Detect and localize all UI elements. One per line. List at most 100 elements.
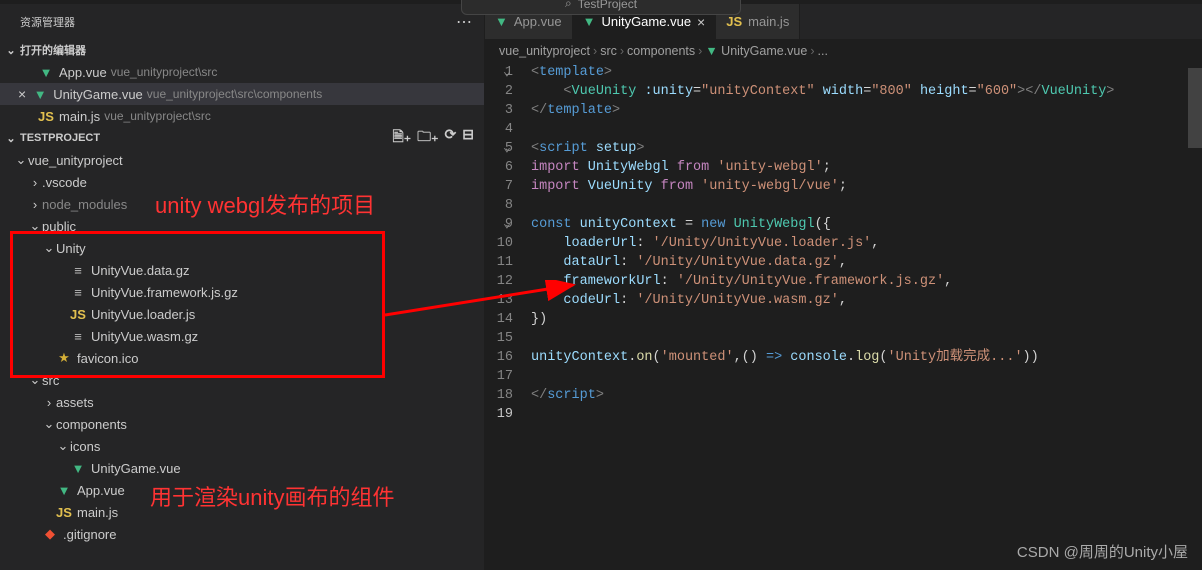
file-path: vue_unityproject\src bbox=[111, 65, 218, 79]
close-icon[interactable]: × bbox=[18, 86, 26, 102]
command-center[interactable]: ⌕ TestProject bbox=[461, 0, 741, 15]
chevron-icon: › bbox=[42, 395, 56, 410]
js-icon: JS bbox=[38, 108, 54, 124]
tree-file[interactable]: ≡UnityVue.data.gz bbox=[0, 259, 484, 281]
breadcrumb-separator: › bbox=[810, 44, 814, 58]
open-editor-item[interactable]: × ▼ UnityGame.vue vue_unityproject\src\comp… bbox=[0, 83, 484, 105]
tree-file[interactable]: ◆ .gitignore bbox=[0, 523, 484, 545]
breadcrumb-separator: › bbox=[620, 44, 624, 58]
tree-file[interactable]: ≡ UnityVue.framework.js.gz bbox=[0, 281, 484, 303]
chevron-icon bbox=[56, 307, 70, 322]
chevron-icon bbox=[28, 527, 42, 542]
vue-icon: ▼ bbox=[583, 14, 596, 29]
line-numbers: 12345678910111213141516171819 bbox=[485, 63, 531, 570]
item-name: public bbox=[42, 219, 76, 234]
tree-file[interactable]: ≡ UnityVue.wasm.gz bbox=[0, 325, 484, 347]
annotation-text-top: unity webgl发布的项目 bbox=[155, 188, 375, 220]
chevron-icon: ⌄ bbox=[42, 240, 56, 256]
new-file-icon[interactable]: 🗎₊ bbox=[392, 126, 411, 150]
open-editors-label: 打开的编辑器 bbox=[20, 42, 86, 58]
item-name: main.js bbox=[77, 505, 118, 520]
tree-folder[interactable]: ⌄icons bbox=[0, 435, 484, 457]
item-name: favicon.ico bbox=[77, 351, 138, 366]
tree-file[interactable]: ▼ UnityGame.vue bbox=[0, 457, 484, 479]
item-name: src bbox=[42, 373, 59, 388]
tree-folder[interactable]: ⌄Unity bbox=[0, 237, 484, 259]
file-icon: ≡ bbox=[70, 284, 86, 300]
open-editor-item[interactable]: JSmain.jsvue_unityproject\src bbox=[0, 105, 484, 127]
tree-file[interactable]: ★ favicon.ico bbox=[0, 347, 484, 369]
chevron-icon bbox=[56, 329, 70, 344]
tree-folder[interactable]: ⌄src bbox=[0, 369, 484, 391]
search-text: TestProject bbox=[578, 0, 637, 11]
project-section[interactable]: ⌄ TESTPROJECT 🗎₊ 🗀₊ ⟳ ⊟ bbox=[0, 127, 484, 149]
explorer-title: 资源管理器 bbox=[20, 14, 75, 30]
editor-pane: ▼App.vue▼UnityGame.vue×JSmain.js vue_uni… bbox=[485, 4, 1202, 570]
project-label: TESTPROJECT bbox=[20, 132, 100, 144]
breadcrumb-item[interactable]: components bbox=[627, 44, 695, 58]
file-name: UnityGame.vue bbox=[53, 87, 143, 102]
code-editor[interactable]: 12345678910111213141516171819 <template>… bbox=[485, 63, 1202, 570]
chevron-down-icon: ⌄ bbox=[4, 44, 18, 57]
chevron-icon: ⌄ bbox=[56, 438, 70, 454]
tree-file[interactable]: JS UnityVue.loader.js bbox=[0, 303, 484, 325]
item-name: UnityGame.vue bbox=[91, 461, 181, 476]
file-path: vue_unityproject\src bbox=[104, 109, 211, 123]
chevron-icon bbox=[56, 285, 70, 300]
open-editor-item[interactable]: ▼ App.vue vue_unityproject\src bbox=[0, 61, 484, 83]
tree-folder[interactable]: ⌄components bbox=[0, 413, 484, 435]
breadcrumb-item[interactable]: ▼ UnityGame.vue bbox=[705, 44, 807, 58]
explorer-header: 资源管理器 ⋯ bbox=[0, 4, 484, 39]
breadcrumb-separator: › bbox=[593, 44, 597, 58]
js-icon: JS bbox=[70, 306, 86, 322]
vue-icon: ▼ bbox=[495, 14, 508, 29]
chevron-icon: ⌄ bbox=[28, 218, 42, 234]
vue-icon: ▼ bbox=[32, 86, 48, 102]
chevron-icon: ⌄ bbox=[28, 372, 42, 388]
tab-label: main.js bbox=[748, 14, 789, 29]
item-name: Unity bbox=[56, 241, 86, 256]
item-name: .vscode bbox=[42, 175, 87, 190]
tab-label: App.vue bbox=[514, 14, 562, 29]
scroll-thumb[interactable] bbox=[1188, 68, 1202, 148]
search-icon: ⌕ bbox=[565, 0, 572, 11]
breadcrumb-item[interactable]: vue_unityproject bbox=[499, 44, 590, 58]
new-folder-icon[interactable]: 🗀₊ bbox=[417, 126, 438, 150]
item-name: components bbox=[56, 417, 127, 432]
chevron-icon bbox=[56, 263, 70, 278]
js-icon: JS bbox=[726, 14, 742, 29]
collapse-icon[interactable]: ⊟ bbox=[462, 126, 474, 150]
file-icon: ≡ bbox=[70, 262, 86, 278]
star-icon: ★ bbox=[56, 350, 72, 366]
open-editors-section[interactable]: ⌄ 打开的编辑器 bbox=[0, 39, 484, 61]
item-name: UnityVue.framework.js.gz bbox=[91, 285, 238, 300]
code-content[interactable]: <template> <VueUnity :unity="unityContex… bbox=[531, 63, 1202, 570]
item-name: App.vue bbox=[77, 483, 125, 498]
vue-icon: ▼ bbox=[38, 64, 54, 80]
chevron-icon bbox=[42, 483, 56, 498]
js-icon: JS bbox=[56, 504, 72, 520]
file-name: App.vue bbox=[59, 65, 107, 80]
breadcrumb-separator: › bbox=[698, 44, 702, 58]
item-name: vue_unityproject bbox=[28, 153, 123, 168]
item-name: node_modules bbox=[42, 197, 127, 212]
close-icon[interactable]: × bbox=[697, 14, 705, 30]
item-name: UnityVue.wasm.gz bbox=[91, 329, 198, 344]
item-name: UnityVue.loader.js bbox=[91, 307, 195, 322]
breadcrumb-item[interactable]: src bbox=[600, 44, 617, 58]
annotation-text-bottom: 用于渲染unity画布的组件 bbox=[150, 480, 394, 512]
item-name: .gitignore bbox=[63, 527, 116, 542]
tree-folder[interactable]: ›assets bbox=[0, 391, 484, 413]
scrollbar[interactable] bbox=[1188, 60, 1202, 540]
vue-icon: ▼ bbox=[70, 460, 86, 476]
breadcrumb-item[interactable]: ... bbox=[818, 44, 828, 58]
git-icon: ◆ bbox=[42, 526, 58, 542]
chevron-icon: ⌄ bbox=[14, 152, 28, 168]
chevron-icon: › bbox=[28, 197, 42, 212]
file-path: vue_unityproject\src\components bbox=[147, 87, 322, 101]
refresh-icon[interactable]: ⟳ bbox=[445, 126, 457, 150]
tree-folder[interactable]: ⌄vue_unityproject bbox=[0, 149, 484, 171]
chevron-icon bbox=[42, 351, 56, 366]
file-icon: ≡ bbox=[70, 328, 86, 344]
breadcrumb[interactable]: vue_unityproject›src›components›▼ UnityG… bbox=[485, 39, 1202, 63]
